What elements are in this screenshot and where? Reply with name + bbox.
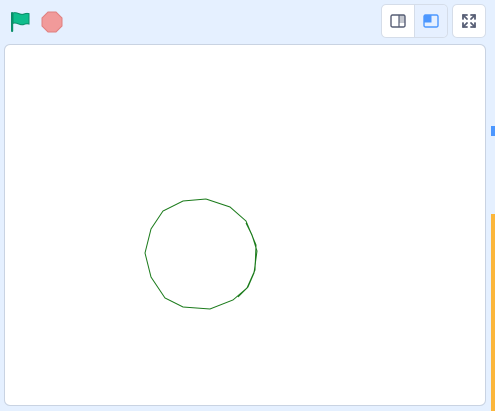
- normal-stage-icon: [423, 14, 439, 28]
- stage-canvas[interactable]: [4, 44, 486, 406]
- green-flag-icon: [11, 12, 30, 32]
- green-flag-button[interactable]: [6, 8, 34, 36]
- edge-accent-blue: [491, 126, 495, 136]
- scratch-stage-window: [0, 0, 495, 411]
- stop-button[interactable]: [38, 8, 66, 36]
- small-stage-icon: [390, 14, 406, 28]
- fullscreen-button[interactable]: [452, 4, 486, 38]
- small-stage-button[interactable]: [382, 5, 415, 37]
- pen-circle: [144, 198, 257, 310]
- pen-drawing: [144, 198, 258, 310]
- fullscreen-icon: [462, 14, 476, 28]
- stage-toolbar: [0, 0, 495, 44]
- stop-sign-icon: [41, 11, 63, 33]
- normal-stage-button[interactable]: [415, 5, 447, 37]
- edge-accent-orange: [491, 214, 495, 411]
- stage-size-toggle: [381, 4, 448, 38]
